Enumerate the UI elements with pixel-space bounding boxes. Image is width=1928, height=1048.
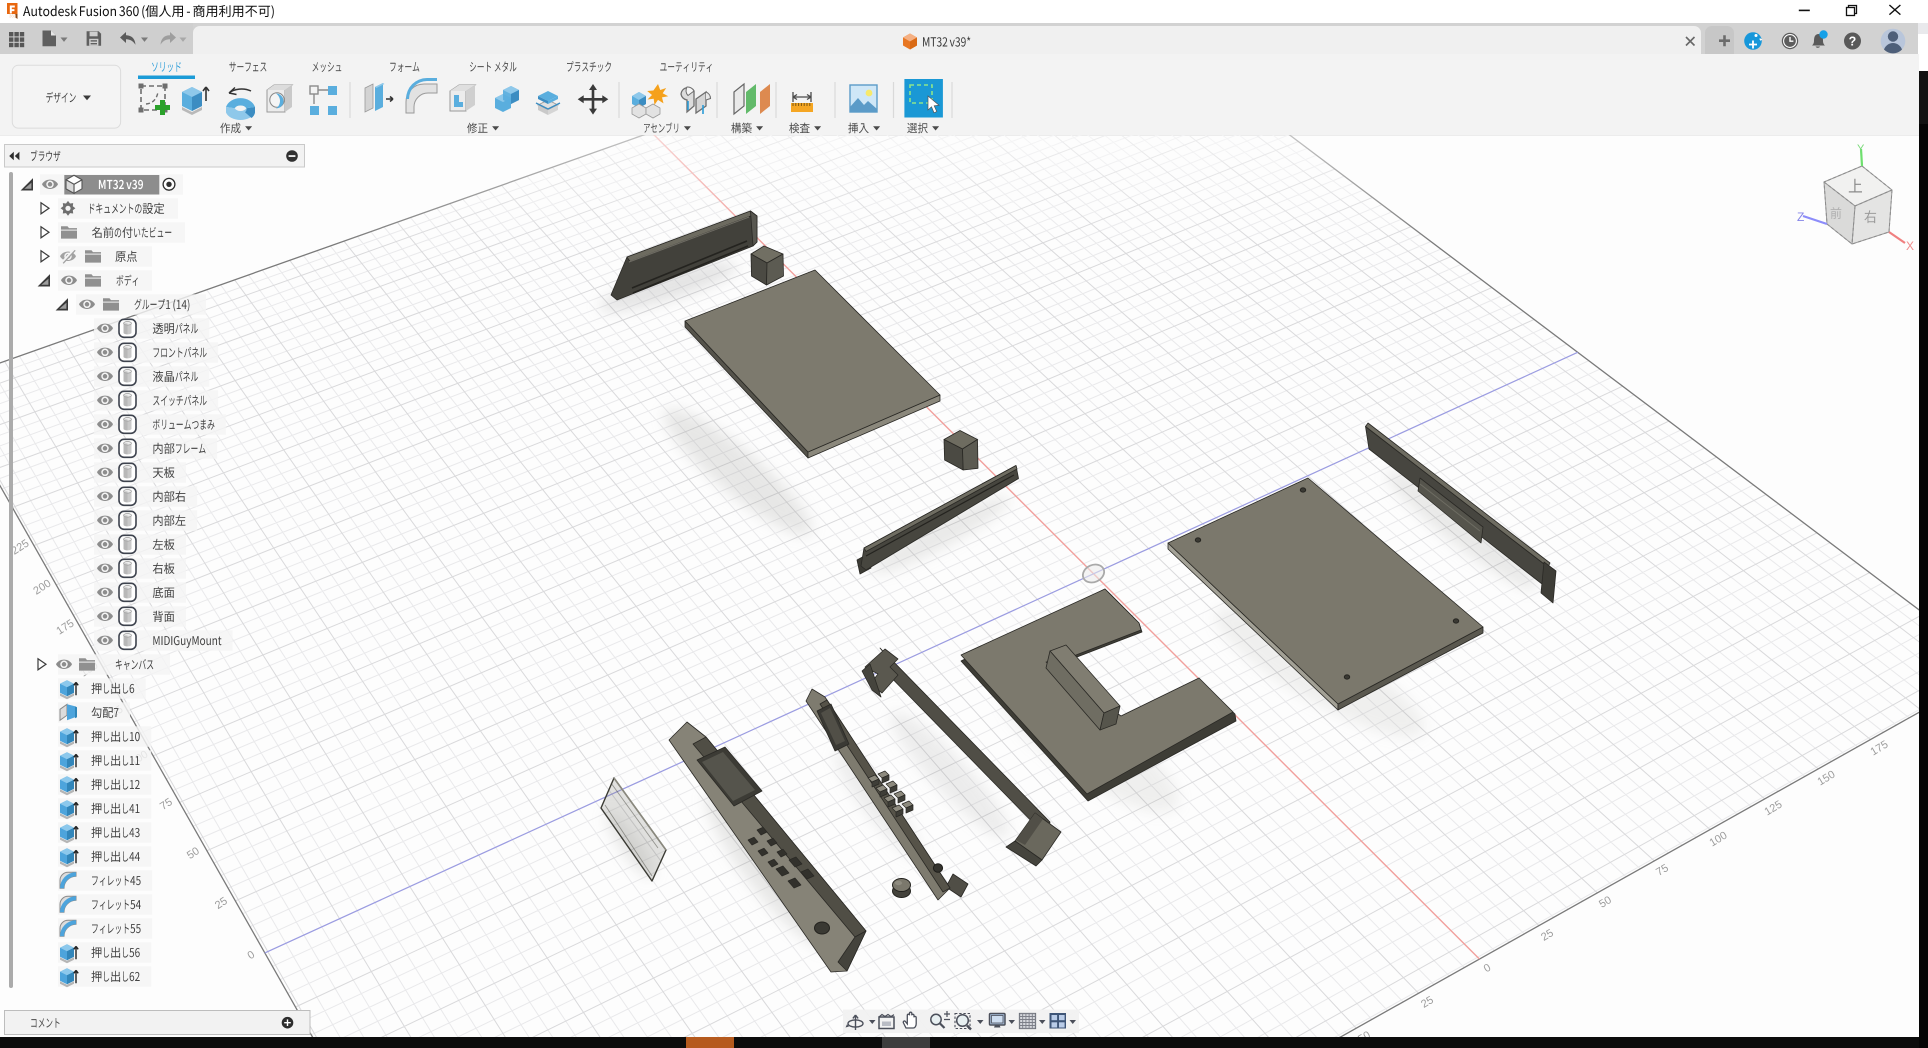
svg-text:25: 25 xyxy=(1539,927,1556,944)
svg-text:125: 125 xyxy=(1762,799,1784,819)
svg-text:50: 50 xyxy=(1597,894,1614,911)
svg-text:0: 0 xyxy=(246,949,258,962)
svg-text:175: 175 xyxy=(1868,739,1890,759)
svg-text:50: 50 xyxy=(185,845,202,862)
svg-text:200: 200 xyxy=(31,577,53,597)
svg-text:175: 175 xyxy=(54,617,76,637)
svg-text:100: 100 xyxy=(1707,830,1729,850)
svg-text:X: X xyxy=(1906,239,1914,253)
svg-text:360: 360 xyxy=(9,14,17,19)
svg-text:0: 0 xyxy=(1482,962,1493,975)
svg-text:75: 75 xyxy=(1654,862,1671,879)
svg-text:25: 25 xyxy=(1419,994,1436,1011)
svg-text:Y: Y xyxy=(1857,143,1865,155)
svg-text:75: 75 xyxy=(158,796,175,813)
svg-text:50: 50 xyxy=(1356,1029,1373,1037)
svg-text:150: 150 xyxy=(1815,769,1837,789)
svg-text:25: 25 xyxy=(213,895,230,912)
svg-text:Z: Z xyxy=(1797,210,1804,224)
